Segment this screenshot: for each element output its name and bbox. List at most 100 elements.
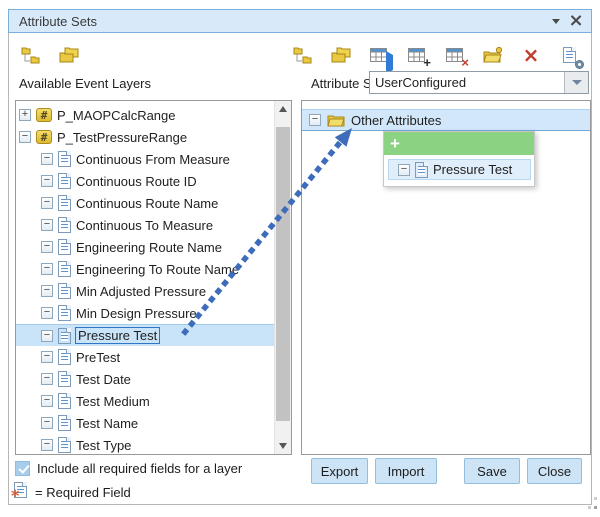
collapse-icon[interactable] (41, 395, 53, 407)
toolbar: + × (17, 42, 585, 68)
tree-item-test-medium[interactable]: Test Medium (16, 390, 274, 412)
footer-right-buttons: Save Close (464, 458, 582, 484)
other-attributes-folder-row[interactable]: Other Attributes (302, 109, 590, 131)
combobox-dropdown-button[interactable] (564, 72, 588, 93)
collapse-icon[interactable] (41, 263, 53, 275)
attribute-set-panel: Other Attributes + Pressure Test (301, 100, 591, 455)
collapse-icon[interactable] (41, 153, 53, 165)
export-button[interactable]: Export (311, 458, 368, 484)
drag-preview-box: + Pressure Test (383, 131, 535, 187)
drop-allowed-bar: + (384, 132, 534, 155)
check-icon (18, 462, 29, 473)
field-icon (58, 173, 71, 189)
titlebar: Attribute Sets (8, 9, 592, 33)
attribute-set-value: UserConfigured (370, 72, 564, 93)
checkbox-label: Include all required fields for a layer (37, 461, 242, 476)
event-layer-icon (36, 130, 52, 144)
layers-tree-icon[interactable] (291, 43, 315, 67)
tree-item-p-testpressurerange[interactable]: P_TestPressureRange (16, 126, 274, 148)
table-arrow-icon[interactable] (367, 43, 391, 67)
collapse-icon[interactable] (41, 330, 53, 342)
tree-item-continuous-route-name[interactable]: Continuous Route Name (16, 192, 274, 214)
close-button[interactable]: Close (527, 458, 582, 484)
collapse-icon[interactable] (41, 307, 53, 319)
required-field-legend: = Required Field (35, 485, 131, 500)
delete-x-icon[interactable] (519, 43, 543, 67)
field-icon (58, 151, 71, 167)
tree-item-continuous-route-id[interactable]: Continuous Route ID (16, 170, 274, 192)
collapse-icon[interactable] (41, 285, 53, 297)
save-button[interactable]: Save (464, 458, 520, 484)
field-icon (58, 195, 71, 211)
import-button[interactable]: Import (375, 458, 437, 484)
collapse-icon[interactable] (19, 131, 31, 143)
collapse-icon[interactable] (41, 175, 53, 187)
field-icon (58, 437, 71, 453)
event-layers-tree: P_MAOPCalcRange P_TestPressureRange Cont… (16, 101, 274, 454)
field-icon (58, 328, 71, 344)
document-gear-icon[interactable] (557, 43, 581, 67)
field-icon (415, 162, 428, 178)
gear-icon (575, 60, 584, 69)
tree-item-test-type[interactable]: Test Type (16, 434, 274, 454)
dialog-title: Attribute Sets (9, 14, 97, 29)
layers-tree-icon[interactable] (19, 43, 43, 67)
attribute-set-combobox[interactable]: UserConfigured (369, 71, 589, 94)
table-plus-icon[interactable]: + (405, 43, 429, 67)
tree-item-pretest[interactable]: PreTest (16, 346, 274, 368)
collapse-icon[interactable] (309, 114, 321, 126)
scroll-up-icon[interactable] (275, 101, 291, 117)
tree-item-continuous-from-measure[interactable]: Continuous From Measure (16, 148, 274, 170)
tree-item-min-design-pressure[interactable]: Min Design Pressure (16, 302, 274, 324)
close-icon[interactable] (567, 10, 585, 32)
add-icon: + (390, 134, 400, 154)
tree-item-continuous-to-measure[interactable]: Continuous To Measure (16, 214, 274, 236)
collapse-icon[interactable] (41, 439, 53, 451)
collapse-icon (398, 164, 410, 176)
drag-preview-item: Pressure Test (388, 159, 531, 180)
scroll-down-icon[interactable] (275, 438, 291, 454)
collapse-icon[interactable] (41, 351, 53, 363)
tree-item-engineering-route-name[interactable]: Engineering Route Name (16, 236, 274, 258)
field-icon (58, 261, 71, 277)
chevron-down-icon (572, 80, 582, 85)
toolbar-right-group: + × (291, 42, 581, 68)
field-icon (58, 393, 71, 409)
required-field-icon: * (14, 482, 27, 501)
vertical-scrollbar[interactable] (274, 101, 291, 454)
expand-icon[interactable] (19, 109, 31, 121)
open-folders-icon[interactable] (329, 43, 353, 67)
open-folders-icon[interactable] (57, 43, 81, 67)
collapse-icon[interactable] (41, 417, 53, 429)
attribute-sets-dialog: Attribute Sets (8, 9, 592, 505)
tree-item-p-maopcalcrange[interactable]: P_MAOPCalcRange (16, 104, 274, 126)
collapse-caret-icon[interactable] (547, 10, 565, 32)
document-icon (563, 47, 576, 63)
tree-item-test-name[interactable]: Test Name (16, 412, 274, 434)
asterisk-icon: * (11, 488, 19, 504)
field-icon (58, 217, 71, 233)
include-required-fields-checkbox[interactable] (15, 461, 30, 476)
field-icon (58, 371, 71, 387)
footer-left-buttons: Export Import (311, 458, 437, 484)
field-icon (58, 415, 71, 431)
open-folder-icon (327, 114, 345, 127)
field-icon (58, 283, 71, 299)
tree-item-min-adjusted-pressure[interactable]: Min Adjusted Pressure (16, 280, 274, 302)
collapse-icon[interactable] (41, 219, 53, 231)
tree-item-engineering-to-route-name[interactable]: Engineering To Route Name (16, 258, 274, 280)
resize-grip[interactable] (585, 497, 597, 509)
toolbar-left-group (19, 42, 81, 68)
field-icon (58, 239, 71, 255)
collapse-icon[interactable] (41, 373, 53, 385)
tree-item-test-date[interactable]: Test Date (16, 368, 274, 390)
tree-item-pressure-test-selected[interactable]: Pressure Test (16, 324, 274, 346)
available-event-layers-panel: P_MAOPCalcRange P_TestPressureRange Cont… (15, 100, 292, 455)
scrollbar-thumb[interactable] (276, 127, 290, 421)
folder-gear-icon[interactable] (481, 43, 505, 67)
collapse-icon[interactable] (41, 197, 53, 209)
folder-label: Other Attributes (351, 113, 441, 128)
table-x-icon[interactable]: × (443, 43, 467, 67)
field-icon (58, 349, 71, 365)
collapse-icon[interactable] (41, 241, 53, 253)
